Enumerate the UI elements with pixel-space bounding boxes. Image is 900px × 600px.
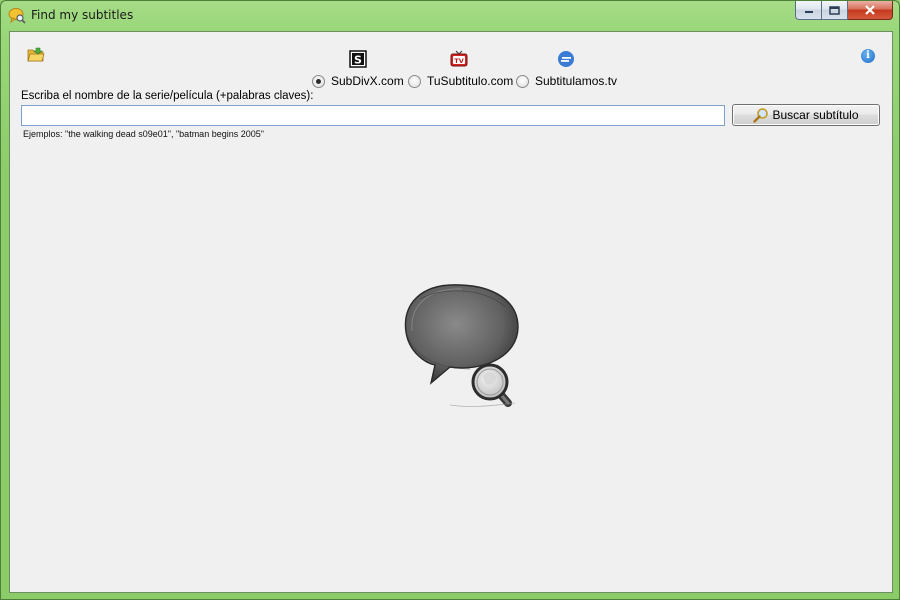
radio-subdivx[interactable]: SubDivX.com [312, 74, 404, 88]
minimize-icon [804, 11, 813, 13]
radio-button[interactable] [408, 74, 421, 88]
search-button[interactable]: Buscar subtítulo [732, 104, 880, 126]
examples-hint: Ejemplos: "the walking dead s09e01", "ba… [23, 129, 264, 139]
close-button[interactable] [848, 1, 893, 20]
search-button-label: Buscar subtítulo [772, 108, 859, 122]
app-window: Find my subtitles i S TV SubDivX.com TuS… [0, 0, 900, 600]
magnifier-icon [753, 108, 769, 123]
tusubtitulo-logo-text: TV [454, 57, 463, 65]
info-icon[interactable]: i [861, 49, 875, 63]
minimize-button[interactable] [795, 1, 822, 20]
radio-tusubtitulo[interactable]: TuSubtitulo.com [408, 74, 513, 88]
subdivx-logo-icon: S [349, 50, 367, 68]
client-area: i S TV SubDivX.com TuSubtitulo.com Subti… [9, 31, 893, 593]
radio-button[interactable] [516, 74, 529, 88]
window-title: Find my subtitles [31, 8, 134, 22]
tusubtitulo-tv-icon: TV [450, 50, 468, 67]
close-icon [865, 5, 875, 15]
radio-subtitulamos[interactable]: Subtitulamos.tv [516, 74, 617, 88]
search-prompt-label: Escriba el nombre de la serie/película (… [21, 90, 314, 102]
app-icon [8, 8, 26, 24]
maximize-icon [829, 5, 840, 15]
speech-bubble-magnifier-illustration [404, 284, 519, 407]
folder-icon[interactable] [27, 47, 45, 63]
title-bar[interactable]: Find my subtitles [1, 1, 899, 31]
maximize-button[interactable] [822, 1, 848, 20]
caption-buttons [795, 1, 893, 20]
search-input[interactable] [21, 105, 725, 126]
subdivx-logo-text: S [354, 54, 362, 67]
radio-button-selected[interactable] [312, 74, 325, 88]
subtitulamos-logo-icon [558, 51, 574, 67]
radio-label-subdivx: SubDivX.com [331, 74, 404, 88]
radio-label-subtitulamos: Subtitulamos.tv [535, 74, 618, 88]
radio-label-tusubtitulo: TuSubtitulo.com [427, 74, 514, 88]
